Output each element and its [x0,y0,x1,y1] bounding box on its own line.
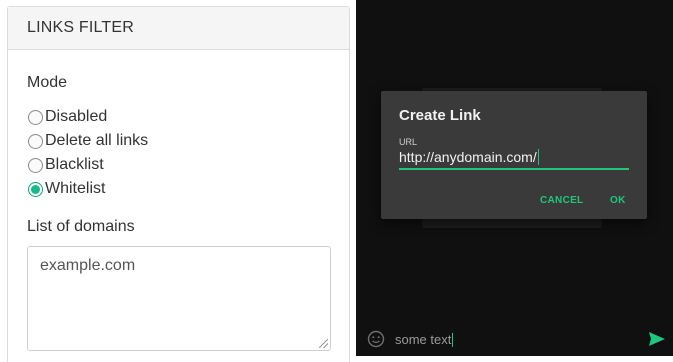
url-label: URL [399,137,418,147]
text-caret [537,149,539,165]
panel-title: LINKS FILTER [8,7,349,50]
url-input[interactable]: http://anydomain.com/ [399,148,629,170]
message-composer: some text [356,324,673,356]
radio-button[interactable] [28,157,43,173]
message-input[interactable]: some text [395,332,454,347]
radio-button-selected[interactable] [28,181,43,197]
radio-button[interactable] [28,109,43,125]
radio-button[interactable] [28,133,43,149]
android-screen: Create Link URL http://anydomain.com/ CA… [356,0,673,356]
domains-textarea[interactable]: example.com [27,246,331,351]
radio-blacklist[interactable]: Blacklist [28,154,104,176]
links-filter-panel: LINKS FILTER Mode Disabled Delete all li… [7,6,350,362]
radio-whitelist[interactable]: Whitelist [28,178,105,200]
message-text: some text [395,332,452,347]
cancel-button[interactable]: CANCEL [540,195,583,206]
radio-label: Delete all links [45,132,149,149]
radio-label: Disabled [45,108,108,125]
create-link-dialog: Create Link URL http://anydomain.com/ CA… [381,91,647,219]
mode-label: Mode [27,74,68,91]
text-caret [452,333,454,347]
domains-label: List of domains [27,218,135,235]
ok-button[interactable]: OK [610,195,626,206]
radio-delete-all-links[interactable]: Delete all links [28,130,148,152]
radio-disabled[interactable]: Disabled [28,106,107,128]
resize-grip-icon[interactable] [319,339,328,348]
url-value: http://anydomain.com/ [399,149,537,165]
radio-label: Blacklist [45,156,104,173]
send-icon[interactable] [648,330,666,348]
domains-value: example.com [40,257,136,274]
dialog-title: Create Link [399,107,481,124]
emoji-icon[interactable] [367,330,385,348]
radio-label: Whitelist [45,180,106,197]
